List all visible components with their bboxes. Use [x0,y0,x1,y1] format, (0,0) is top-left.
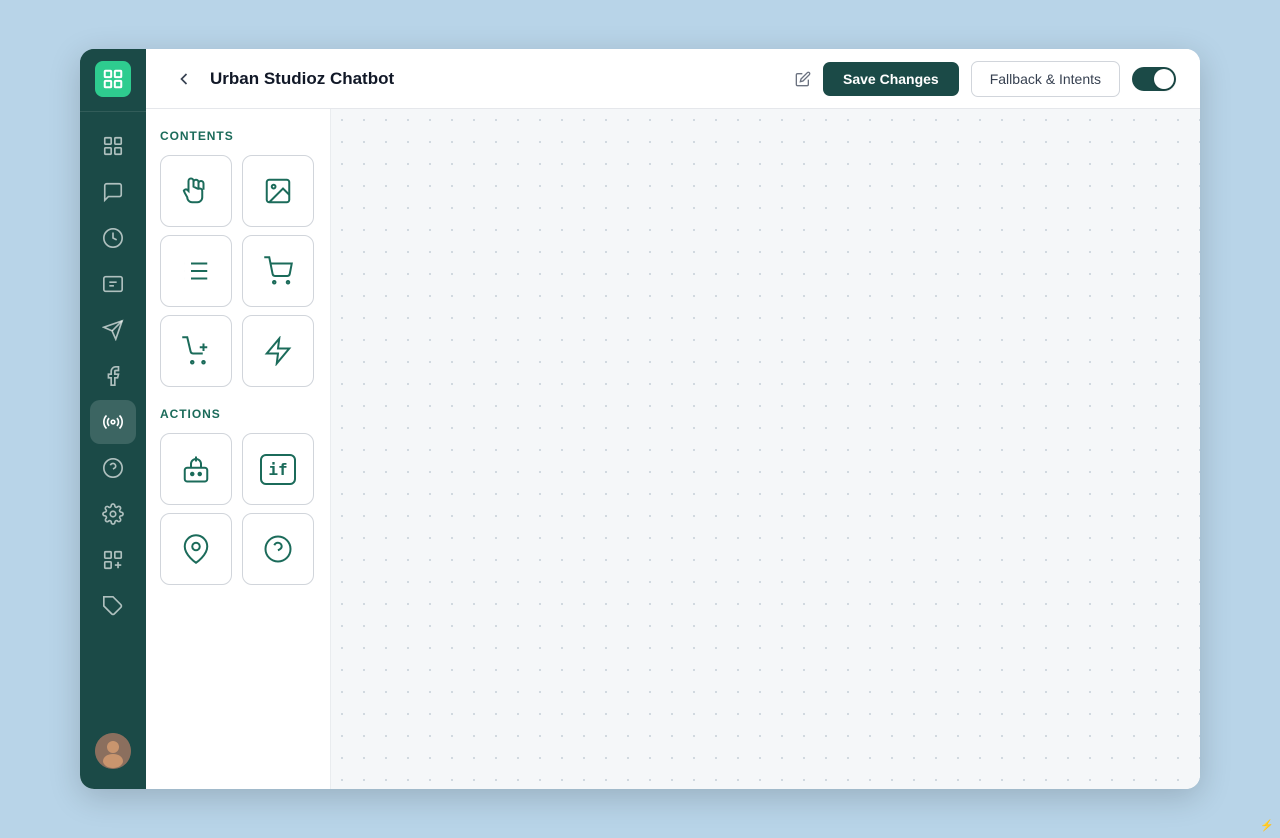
canvas-background[interactable] [331,109,1200,789]
sidebar-logo[interactable]: ⚡ [80,49,146,109]
sidebar-divider [80,111,146,112]
fallback-intents-button[interactable]: Fallback & Intents [971,61,1120,97]
header: Urban Studioz Chatbot Save Changes Fallb… [146,49,1200,109]
toggle-switch[interactable] [1132,67,1176,91]
content-item-touch[interactable] [160,155,232,227]
sidebar-item-history[interactable] [90,216,136,260]
action-item-location[interactable] [160,513,232,585]
content-item-list[interactable] [160,235,232,307]
edit-title-button[interactable] [795,71,811,87]
sidebar: ⚡ [80,49,146,789]
sidebar-item-contacts[interactable] [90,262,136,306]
sidebar-item-tags[interactable] [90,584,136,628]
sidebar-item-facebook[interactable] [90,354,136,398]
sidebar-avatar[interactable] [80,721,146,781]
content-item-cart[interactable] [242,235,314,307]
content-item-flash[interactable] [242,315,314,387]
action-item-condition[interactable]: if [242,433,314,505]
toggle-thumb [1154,69,1174,89]
action-item-bot[interactable] [160,433,232,505]
sidebar-item-support[interactable] [90,446,136,490]
canvas-area: CONTENTS [146,109,1200,789]
sidebar-item-broadcast[interactable] [90,400,136,444]
app-window: ⚡ [80,49,1200,789]
actions-section-title: ACTIONS [160,407,316,421]
sidebar-item-settings[interactable] [90,492,136,536]
logo-icon: ⚡ [95,61,131,97]
back-button[interactable] [170,65,198,93]
main-area: Urban Studioz Chatbot Save Changes Fallb… [146,49,1200,789]
page-title: Urban Studioz Chatbot [210,69,783,89]
sidebar-item-send[interactable] [90,308,136,352]
contents-section-title: CONTENTS [160,129,316,143]
action-item-question[interactable] [242,513,314,585]
avatar [95,733,131,769]
sidebar-item-integrations[interactable] [90,538,136,582]
sidebar-nav [90,114,136,721]
actions-icon-grid: if [160,433,316,585]
content-item-cart-add[interactable] [160,315,232,387]
header-actions: Save Changes Fallback & Intents [823,61,1176,97]
contents-icon-grid [160,155,316,387]
sidebar-item-dashboard[interactable] [90,124,136,168]
left-panel: CONTENTS [146,109,331,789]
content-item-image[interactable] [242,155,314,227]
sidebar-item-chat[interactable] [90,170,136,214]
save-changes-button[interactable]: Save Changes [823,62,959,96]
